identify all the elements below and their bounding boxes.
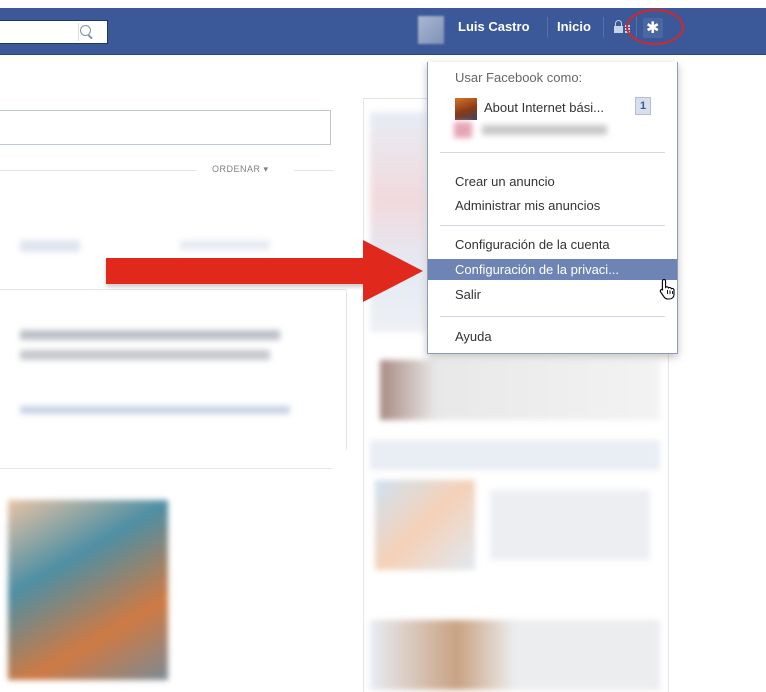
blurred-text (20, 330, 280, 340)
menu-separator (440, 152, 665, 153)
menu-item-page[interactable]: About Internet bási... (484, 100, 604, 115)
nav-separator (547, 17, 548, 37)
blurred-ad (380, 360, 660, 420)
blurred-photo (8, 500, 168, 680)
blurred-text (180, 240, 270, 250)
menu-separator (440, 225, 665, 226)
account-dropdown-menu: Usar Facebook como: About Internet bási.… (427, 62, 678, 354)
search-input[interactable] (0, 20, 108, 44)
divider (294, 170, 334, 171)
blurred-secondary-account[interactable] (452, 122, 612, 138)
page-thumbnail[interactable] (455, 98, 477, 120)
hand-cursor-icon (659, 278, 675, 300)
divider (363, 98, 429, 99)
menu-item-label: Ayuda (455, 329, 492, 344)
divider (346, 290, 347, 450)
profile-link[interactable]: Luis Castro (458, 19, 530, 34)
menu-item-label: Configuración de la privaci... (455, 262, 620, 277)
notification-badge: 1 (635, 97, 651, 115)
menu-item-privacy-settings[interactable]: Configuración de la privaci... (428, 259, 677, 280)
menu-item-label: Administrar mis anuncios (455, 198, 601, 213)
menu-item-label: Configuración de la cuenta (455, 237, 610, 252)
menu-item-label: Salir (455, 287, 482, 302)
divider (0, 289, 346, 290)
menu-item-help[interactable]: Ayuda (428, 326, 677, 347)
use-as-heading: Usar Facebook como: (455, 70, 583, 85)
menu-item-manage-ads[interactable]: Administrar mis anuncios (428, 195, 677, 216)
blurred-ad-image (375, 480, 475, 570)
menu-item-create-ad[interactable]: Crear un anuncio (428, 171, 677, 192)
user-avatar[interactable] (418, 16, 444, 44)
blurred-ad (370, 440, 660, 470)
sort-button[interactable]: ORDENAR ▾ (212, 164, 269, 175)
highlight-circle-annotation (626, 9, 684, 45)
nav-separator (603, 17, 604, 37)
status-composer[interactable] (0, 110, 331, 145)
blurred-ad-text (490, 490, 650, 560)
red-arrow-annotation (106, 258, 366, 284)
blurred-link (20, 406, 290, 414)
menu-item-logout[interactable]: Salir (428, 284, 677, 305)
search-icon[interactable] (80, 25, 91, 36)
column-border (363, 98, 364, 692)
blurred-text (20, 350, 270, 360)
red-arrow-head (363, 240, 423, 302)
divider (0, 170, 196, 171)
divider (0, 468, 333, 469)
menu-separator (440, 316, 665, 317)
menu-item-label: Crear un anuncio (455, 174, 555, 189)
blurred-ad (370, 620, 660, 690)
search-divider (78, 23, 79, 41)
menu-item-account-settings[interactable]: Configuración de la cuenta (428, 234, 677, 255)
blurred-text (20, 240, 80, 252)
home-link[interactable]: Inicio (557, 19, 591, 34)
